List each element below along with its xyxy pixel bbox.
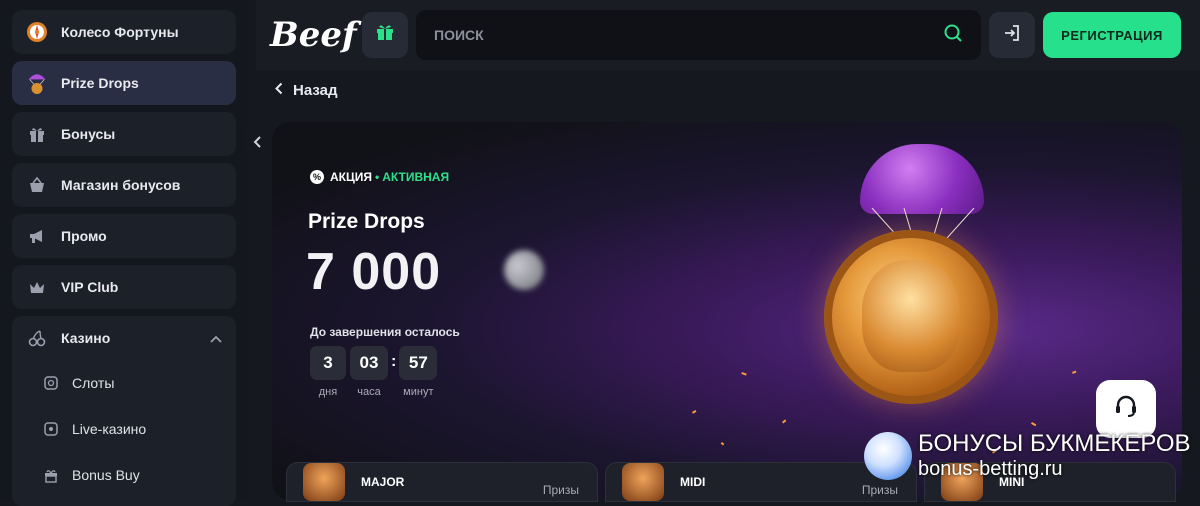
- sidebar-subitem-label: Bonus Buy: [72, 467, 140, 483]
- sidebar-item-label: Бонусы: [61, 126, 116, 142]
- search-icon[interactable]: [943, 23, 963, 48]
- chevron-up-icon[interactable]: [210, 331, 222, 346]
- countdown: 3 дня 03 часа : 57 минут: [310, 346, 438, 398]
- search-input[interactable]: [434, 27, 943, 43]
- gift-button[interactable]: [362, 12, 408, 58]
- sidebar-subitem-label: Слоты: [72, 375, 115, 391]
- sidebar-item-label: Промо: [61, 228, 107, 244]
- promo-status-badge: % АКЦИЯ • АКТИВНАЯ: [310, 170, 449, 184]
- sidebar-item-label: VIP Club: [61, 279, 119, 295]
- gift-icon: [26, 123, 48, 145]
- sidebar-item-label: Prize Drops: [61, 75, 139, 91]
- login-icon: [1002, 23, 1022, 48]
- sidebar-subitem-label: Live-казино: [72, 421, 147, 437]
- trophy-icon: [622, 463, 664, 501]
- sidebar-subitem-live-casino[interactable]: Live-казино: [12, 406, 236, 452]
- crown-icon: [26, 276, 48, 298]
- chevron-left-icon: [274, 82, 283, 99]
- slot-icon: [42, 374, 60, 392]
- countdown-value: 3: [310, 346, 346, 380]
- megaphone-icon: [26, 225, 48, 247]
- bonus-buy-icon: [42, 466, 60, 484]
- login-button[interactable]: [989, 12, 1035, 58]
- gift-icon: [375, 22, 395, 48]
- sidebar-item-label: Казино: [61, 330, 111, 346]
- sidebar-subitem-slots[interactable]: Слоты: [12, 360, 236, 406]
- countdown-separator: :: [391, 353, 397, 370]
- live-icon: [42, 420, 60, 438]
- sidebar-subitem-bonus-buy[interactable]: Bonus Buy: [12, 452, 236, 498]
- badge-status: АКТИВНАЯ: [382, 170, 450, 184]
- prize-card-title: MAJOR: [361, 475, 405, 489]
- promo-amount: 7 000: [306, 243, 442, 301]
- sidebar-item-bonuses[interactable]: Бонусы: [12, 112, 236, 156]
- headset-icon: [1113, 393, 1139, 426]
- promo-title: Prize Drops: [308, 210, 425, 233]
- countdown-unit: дня: [318, 386, 338, 398]
- gold-coin-illustration: [824, 230, 998, 404]
- sidebar-item-bonus-shop[interactable]: Магазин бонусов: [12, 163, 236, 207]
- watermark-line2: bonus-betting.ru: [918, 458, 1063, 480]
- zeus-face-illustration: [862, 260, 960, 372]
- currency-icon: [504, 250, 544, 290]
- trophy-icon: [303, 463, 345, 501]
- back-link[interactable]: Назад: [274, 82, 337, 99]
- countdown-value: 03: [350, 346, 388, 380]
- countdown-unit: часа: [357, 386, 381, 398]
- countdown-value: 57: [399, 346, 438, 380]
- sidebar-item-label: Колесо Фортуны: [61, 24, 179, 40]
- basket-icon: [26, 174, 48, 196]
- countdown-unit: минут: [403, 386, 434, 398]
- watermark: БОНУСЫ БУКМЕКЕРОВ bonus-betting.ru: [864, 430, 1191, 481]
- badge-separator: •: [375, 170, 380, 184]
- prize-card-title: MIDI: [680, 475, 706, 489]
- chevron-left-icon: [253, 135, 261, 151]
- sidebar-item-promo[interactable]: Промо: [12, 214, 236, 258]
- back-label: Назад: [293, 82, 338, 99]
- sidebar: Колесо Фортуны Prize Drops Бонусы Магази…: [0, 0, 248, 506]
- countdown-label: До завершения осталось: [310, 325, 460, 339]
- parachute-coin-icon: [26, 72, 48, 94]
- soccer-ball-icon: [864, 431, 912, 480]
- logo[interactable]: Beef: [270, 15, 360, 55]
- sidebar-item-fortune-wheel[interactable]: Колесо Фортуны: [12, 10, 236, 54]
- countdown-minutes: 57 минут: [399, 346, 438, 398]
- sidebar-item-label: Магазин бонусов: [61, 177, 181, 193]
- countdown-days: 3 дня: [310, 346, 346, 398]
- sidebar-item-vip-club[interactable]: VIP Club: [12, 265, 236, 309]
- sidebar-item-prize-drops[interactable]: Prize Drops: [12, 61, 236, 105]
- badge-label: АКЦИЯ: [330, 170, 373, 184]
- prize-card-major[interactable]: MAJOR Призы: [286, 462, 598, 502]
- percent-icon: %: [310, 170, 324, 184]
- prize-card-prizes-label: Призы: [861, 483, 898, 497]
- sidebar-group-casino: Казино Слоты Live-казино Bonus Buy: [12, 316, 236, 506]
- register-button[interactable]: РЕГИСТРАЦИЯ: [1043, 12, 1181, 58]
- cherry-icon: [26, 327, 48, 349]
- search-bar[interactable]: [416, 10, 981, 60]
- sidebar-collapse-button[interactable]: [246, 128, 268, 158]
- header: Beef РЕГИСТРАЦИЯ: [256, 0, 1200, 70]
- countdown-hours: 03 часа: [350, 346, 388, 398]
- watermark-line1: БОНУСЫ БУКМЕКЕРОВ: [918, 430, 1191, 457]
- sidebar-item-casino[interactable]: Казино: [12, 316, 236, 360]
- prize-card-prizes-label: Призы: [542, 483, 579, 497]
- fortune-wheel-icon: [26, 21, 48, 43]
